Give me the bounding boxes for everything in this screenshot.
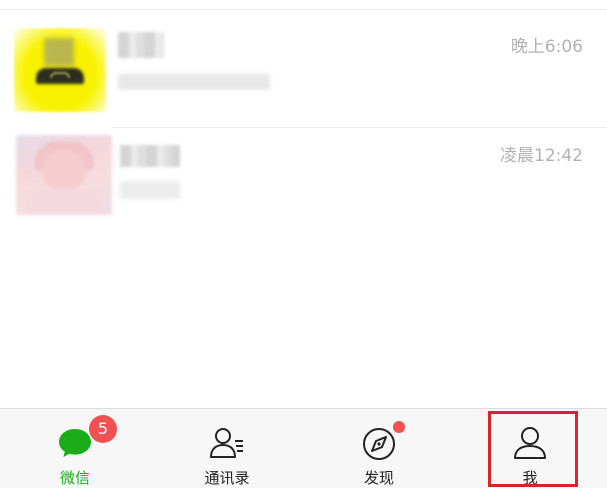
chat-list-item[interactable]: 晚上6:06: [0, 10, 607, 128]
avatar-figure: [44, 38, 74, 66]
avatar-figure: [50, 72, 70, 78]
tab-contacts[interactable]: 通讯录: [152, 409, 302, 488]
avatar[interactable]: [14, 28, 106, 112]
chat-list-item[interactable]: 凌晨12:42: [0, 119, 607, 227]
avatar-figure: [42, 149, 86, 193]
chat-time: 凌晨12:42: [500, 146, 583, 166]
contacts-icon: [210, 428, 243, 458]
avatar[interactable]: [16, 135, 112, 215]
chat-time: 晚上6:06: [510, 37, 583, 57]
compass-icon: [363, 428, 395, 460]
tab-chats[interactable]: 5 微信: [0, 409, 150, 488]
chat-list: 晚上6:06 凌晨12:42: [0, 0, 607, 408]
highlight-box: [488, 411, 578, 487]
contact-name-redacted: [118, 32, 164, 58]
new-content-dot: [393, 421, 405, 433]
chat-bubble-icon: [59, 429, 91, 457]
message-preview-redacted: [118, 74, 270, 90]
tab-label: 发现: [363, 469, 394, 487]
unread-badge: 5: [89, 415, 117, 443]
tab-label: 通讯录: [204, 469, 250, 487]
tab-discover[interactable]: 发现: [304, 409, 454, 488]
tab-label: 微信: [59, 469, 90, 487]
avatar-figure: [26, 189, 102, 215]
message-preview-redacted: [120, 181, 180, 199]
contact-name-redacted: [120, 145, 180, 167]
